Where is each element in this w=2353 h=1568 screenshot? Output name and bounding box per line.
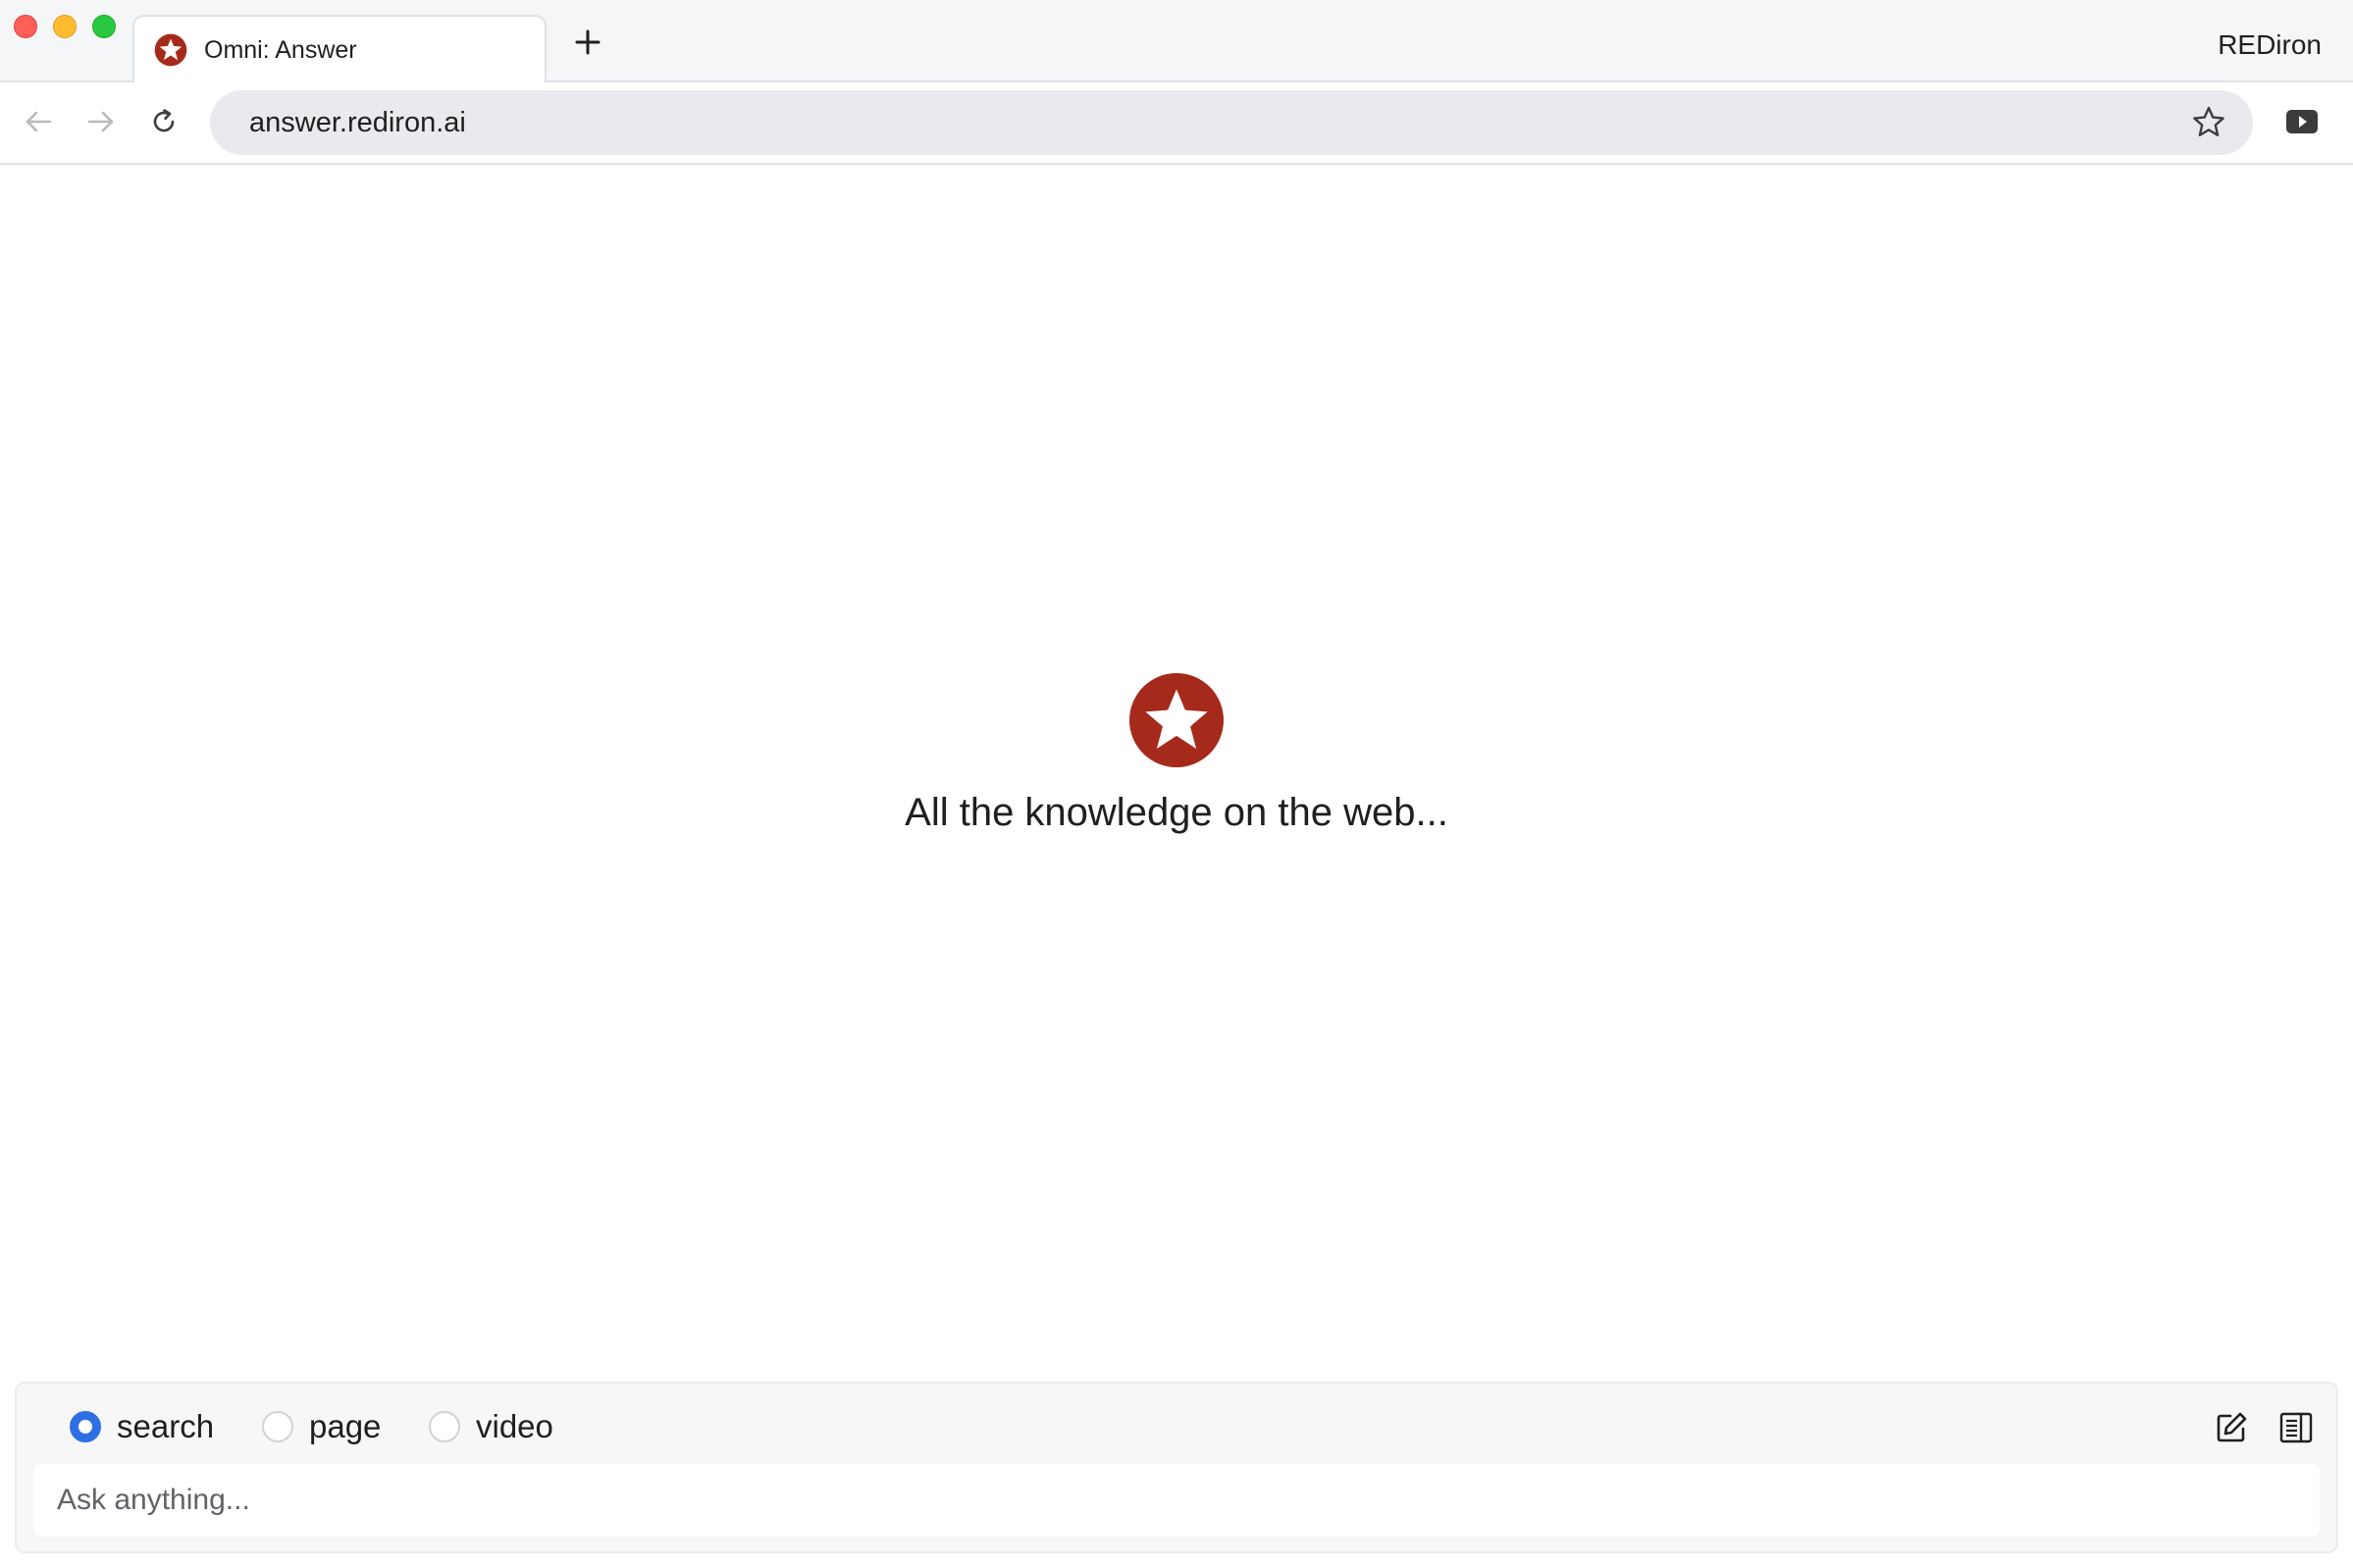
rediron-logo-icon xyxy=(154,33,187,67)
rediron-logo-icon xyxy=(1128,672,1225,768)
edit-icon[interactable] xyxy=(2213,1409,2250,1446)
mode-label: page xyxy=(309,1408,382,1444)
star-icon[interactable] xyxy=(2190,104,2227,141)
zoom-window-button[interactable] xyxy=(92,15,116,38)
tab-strip: Omni: Answer REDiron xyxy=(0,0,2353,82)
mode-video-option[interactable]: video xyxy=(429,1405,553,1448)
radio-page[interactable] xyxy=(262,1411,293,1442)
plus-icon xyxy=(575,29,601,55)
browser-toolbar: answer.rediron.ai xyxy=(0,82,2353,165)
minimize-window-button[interactable] xyxy=(53,15,77,38)
mode-search-option[interactable]: search xyxy=(70,1405,214,1448)
ask-input[interactable] xyxy=(33,1464,2320,1537)
back-button[interactable] xyxy=(19,102,58,141)
arrow-right-icon xyxy=(87,111,114,132)
reload-icon xyxy=(153,109,175,132)
radio-search[interactable] xyxy=(70,1411,101,1442)
media-play-icon[interactable] xyxy=(2282,104,2322,139)
forward-button[interactable] xyxy=(81,102,121,141)
mode-page-option[interactable]: page xyxy=(262,1405,381,1448)
hero-tagline: All the knowledge on the web... xyxy=(905,791,1448,834)
tab-title: Omni: Answer xyxy=(204,36,357,64)
mode-label: search xyxy=(117,1408,215,1444)
reader-icon[interactable] xyxy=(2277,1409,2315,1446)
query-composer: search page video xyxy=(15,1382,2338,1553)
address-bar[interactable]: answer.rediron.ai xyxy=(210,90,2253,155)
new-tab-button[interactable] xyxy=(567,22,608,63)
browser-tab[interactable]: Omni: Answer xyxy=(132,15,547,82)
radio-video[interactable] xyxy=(429,1411,460,1442)
reload-button[interactable] xyxy=(144,102,183,141)
address-url: answer.rediron.ai xyxy=(249,107,466,138)
profile-name[interactable]: REDiron xyxy=(2218,27,2322,63)
mode-label: video xyxy=(476,1408,553,1444)
arrow-left-icon xyxy=(26,111,52,132)
close-window-button[interactable] xyxy=(14,15,37,38)
